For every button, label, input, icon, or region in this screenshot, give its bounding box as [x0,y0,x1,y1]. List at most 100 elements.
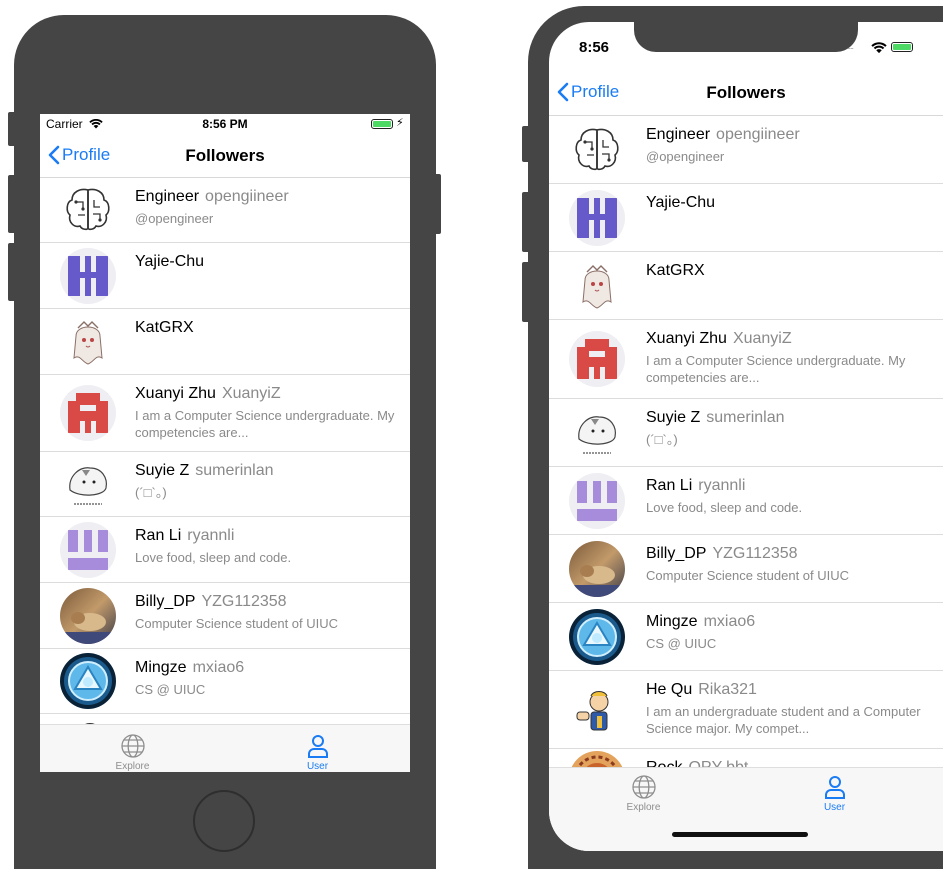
status-bar: Carrier 8:56 PM ⚡ [40,114,410,134]
follower-username: YZG112358 [712,545,798,562]
follower-bio: @opengineer [646,149,725,164]
followers-list: Engineer opengiineer @opengineer Yajie-Chu… [549,116,943,809]
arc-reactor-avatar [60,653,116,709]
follower-username: ryannli [187,527,235,544]
follower-text: KatGRX [646,262,937,284]
anime-girl-avatar [60,314,116,370]
follower-name: Xuanyi Zhu [646,330,727,347]
follower-row[interactable]: Billy_DP YZG112358 Computer Science studen… [40,583,410,649]
tab-explore[interactable]: Explore [611,774,676,813]
follower-row[interactable]: Engineer opengiineer @opengineer [40,178,410,243]
follower-row[interactable]: Mingze mxiao6 CS @ UIUC [40,649,410,714]
lavender-identicon-avatar [60,522,116,578]
follower-row[interactable]: Yajie-Chu [40,243,410,309]
vault-boy-avatar [569,682,625,738]
follower-username: mxiao6 [192,659,245,676]
tab-explore-label: Explore [115,761,150,772]
follower-text: Billy_DP YZG112358 Computer Science studen… [646,545,937,584]
arc-reactor-avatar [569,609,625,665]
follower-title-line: Xuanyi Zhu XuanyiZ [135,385,404,403]
follower-text: Engineer opengiineer @opengineer [646,126,937,165]
follower-bio: Computer Science student of UIUC [646,568,850,583]
follower-row[interactable]: Billy_DP YZG112358 Computer Science studen… [549,535,943,603]
follower-row[interactable]: Xuanyi Zhu XuanyiZ I am a Computer Science… [40,375,410,452]
status-time: 8:56 [579,39,610,56]
follower-row[interactable]: Mingze mxiao6 CS @ UIUC [549,603,943,671]
left-device-screen: Carrier 8:56 PM ⚡ Profile Followers Engi… [40,114,410,772]
follower-text: Yajie-Chu [135,253,404,275]
follower-row[interactable]: Yajie-Chu [549,184,943,252]
follower-title-line: Mingze mxiao6 [135,659,404,677]
cat-photo-avatar [60,588,116,644]
tab-explore[interactable]: Explore [100,733,165,772]
follower-bio: (´□`。) [646,432,678,447]
follower-text: Ran Li ryannli Love food, sleep and code. [135,527,404,566]
follower-title-line: Suyie Z sumerinlan [135,462,404,480]
follower-title-line: Ran Li ryannli [135,527,404,545]
brain-avatar [60,182,116,238]
follower-bio: I am an undergraduate student and a Comp… [646,704,921,736]
follower-title-line: He Qu Rika321 [646,681,937,699]
charging-bolt-icon: ⚡ [396,117,404,129]
page-title: Followers [706,83,786,102]
follower-name: Yajie-Chu [135,253,205,270]
follower-bio: CS @ UIUC [135,682,206,697]
globe-icon [120,734,145,758]
follower-title-line: Xuanyi Zhu XuanyiZ [646,330,937,348]
follower-text: Ran Li ryannli Love food, sleep and code. [646,477,937,516]
follower-text: Mingze mxiao6 CS @ UIUC [646,613,937,652]
follower-name: Suyie Z [135,462,190,479]
red-identicon-avatar [60,385,116,441]
follower-name: Yajie-Chu [646,194,716,211]
follower-row[interactable]: He Qu Rika321 I am an undergraduate studen… [549,671,943,749]
follower-title-line: KatGRX [646,262,937,280]
follower-title-line: Suyie Z sumerinlan [646,409,937,427]
follower-username: sumerinlan [706,409,785,426]
wifi-icon [871,42,887,54]
follower-name: KatGRX [646,262,705,279]
follower-title-line: Billy_DP YZG112358 [646,545,937,563]
follower-text: He Qu Rika321 I am an undergraduate studen… [646,681,937,737]
home-button[interactable] [193,790,255,852]
follower-text: KatGRX [135,319,404,341]
tab-user[interactable]: User [802,774,867,813]
follower-text: Engineer opengiineer @opengineer [135,188,404,227]
page-title: Followers [185,146,265,165]
follower-row[interactable]: Engineer opengiineer @opengineer [549,116,943,184]
follower-row[interactable]: Suyie Z sumerinlan (´□`。) [549,399,943,467]
follower-bio: @opengineer [135,211,214,226]
follower-name: KatGRX [135,319,194,336]
follower-row[interactable]: Xuanyi Zhu XuanyiZ I am a Computer Science… [549,320,943,399]
follower-title-line: Yajie-Chu [646,194,937,212]
purple-identicon-avatar [60,248,116,304]
follower-text: Mingze mxiao6 CS @ UIUC [135,659,404,698]
follower-username: sumerinlan [195,462,274,479]
follower-username: ryannli [698,477,746,494]
follower-username: mxiao6 [703,613,756,630]
tab-user[interactable]: User [285,733,350,772]
follower-row[interactable]: KatGRX [40,309,410,375]
tab-user-label: User [823,802,846,813]
followers-list: Engineer opengiineer @opengineer Yajie-Chu… [40,178,410,772]
globe-icon [631,775,656,799]
follower-username: YZG112358 [201,593,287,610]
follower-row[interactable]: Ran Li ryannli Love food, sleep and code. [549,467,943,535]
follower-username: Rika321 [698,681,757,698]
hamster-avatar [569,405,625,461]
home-indicator[interactable] [672,832,808,837]
user-icon [307,735,328,758]
red-identicon-avatar [569,331,625,387]
follower-row[interactable]: Suyie Z sumerinlan (´□`。) [40,452,410,517]
tab-explore-label: Explore [626,802,661,813]
follower-row[interactable]: KatGRX [549,252,943,320]
follower-bio: Love food, sleep and code. [135,550,292,565]
follower-username: opengiineer [716,126,800,143]
follower-name: He Qu [646,681,693,698]
follower-text: Suyie Z sumerinlan (´□`。) [135,462,404,501]
follower-text: Xuanyi Zhu XuanyiZ I am a Computer Science… [646,330,937,386]
follower-row[interactable]: Ran Li ryannli Love food, sleep and code. [40,517,410,583]
follower-username: XuanyiZ [732,330,792,347]
device-notch [634,22,858,52]
hamster-avatar [60,456,116,512]
follower-name: Suyie Z [646,409,701,426]
